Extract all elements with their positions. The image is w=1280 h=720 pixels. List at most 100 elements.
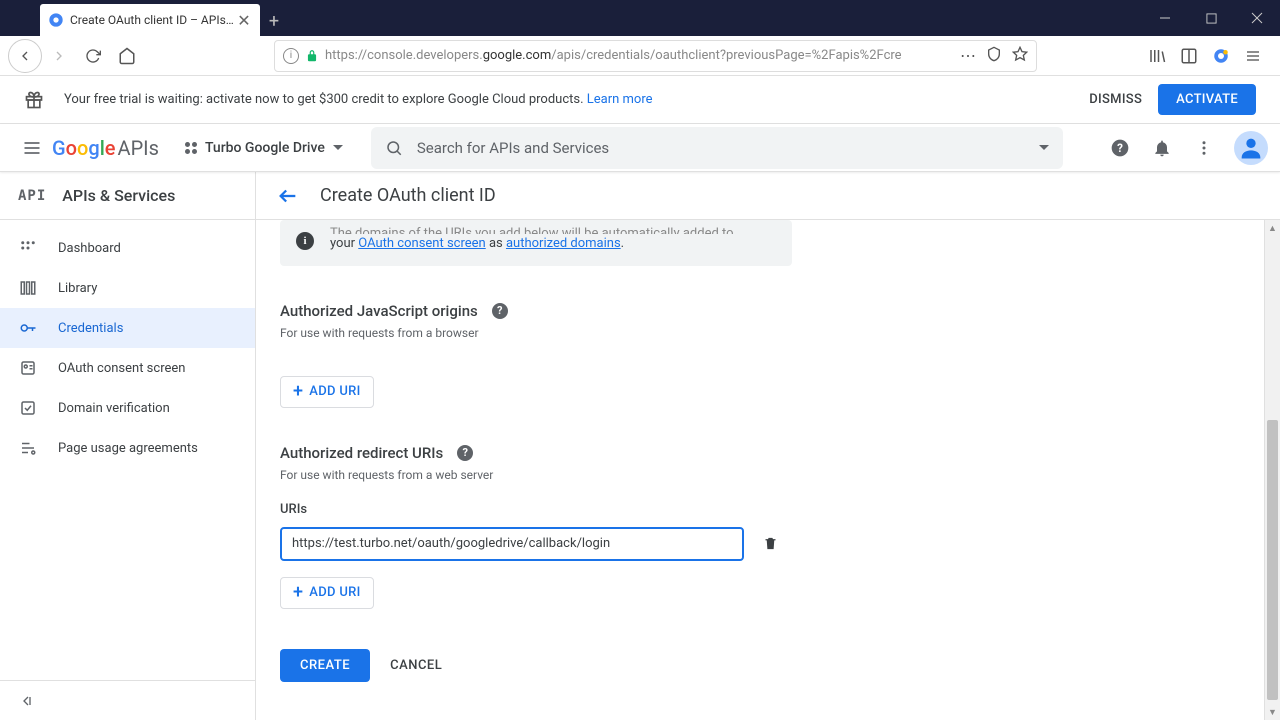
- google-apis-logo[interactable]: Google APIs: [52, 136, 159, 160]
- notifications-icon[interactable]: [1150, 136, 1174, 160]
- content-area: i The domains of the URIs you add below …: [256, 220, 1280, 720]
- scroll-up-icon[interactable]: ▲: [1265, 220, 1280, 236]
- sidebar-item-library[interactable]: Library: [0, 268, 255, 308]
- section-title: Authorized JavaScript origins: [280, 302, 478, 320]
- dismiss-button[interactable]: DISMISS: [1089, 92, 1142, 107]
- info-box: i The domains of the URIs you add below …: [280, 220, 792, 266]
- sidebar-item-credentials[interactable]: Credentials: [0, 308, 255, 348]
- sidebar-item-dashboard[interactable]: Dashboard: [0, 228, 255, 268]
- page-actions-icon[interactable]: ⋯: [960, 46, 976, 65]
- dashboard-icon: [18, 238, 38, 258]
- nav-menu-button[interactable]: [12, 128, 52, 168]
- sidebar-item-label: Dashboard: [58, 241, 121, 256]
- bookmark-icon[interactable]: [1012, 46, 1028, 66]
- page-title: Create OAuth client ID: [320, 185, 496, 206]
- sidebar: API APIs & Services Dashboard Library Cr…: [0, 172, 256, 720]
- reader-mode-icon[interactable]: [986, 46, 1002, 66]
- key-icon: [18, 318, 38, 338]
- console-header: Google APIs Turbo Google Drive ?: [0, 124, 1280, 172]
- reload-button[interactable]: [76, 39, 110, 73]
- svg-text:?: ?: [1117, 141, 1123, 155]
- help-icon[interactable]: ?: [492, 303, 508, 319]
- tab-title: Create OAuth client ID – APIs & …: [70, 13, 236, 27]
- library-icon: [18, 278, 38, 298]
- trial-banner: Your free trial is waiting: activate now…: [0, 76, 1280, 124]
- page-header: Create OAuth client ID: [256, 172, 1280, 220]
- consent-icon: [18, 358, 38, 378]
- add-uri-button[interactable]: +ADD URI: [280, 577, 374, 609]
- section-title: Authorized redirect URIs: [280, 444, 443, 462]
- form-actions: CREATE CANCEL: [280, 649, 1256, 682]
- sidebar-toggle-icon[interactable]: [1180, 47, 1198, 65]
- sidebar-item-domain-verification[interactable]: Domain verification: [0, 388, 255, 428]
- sidebar-item-label: Library: [58, 281, 97, 296]
- redirect-uris-section: Authorized redirect URIs ? For use with …: [280, 444, 792, 609]
- info-text: The domains of the URIs you add below wi…: [330, 232, 734, 254]
- library-icon[interactable]: [1148, 47, 1166, 65]
- section-desc: For use with requests from a web server: [280, 468, 792, 482]
- help-icon[interactable]: ?: [457, 445, 473, 461]
- browser-titlebar: Create OAuth client ID – APIs & … ✕ +: [0, 0, 1280, 36]
- activate-button[interactable]: ACTIVATE: [1158, 84, 1256, 115]
- address-bar[interactable]: i https://console.developers.google.com/…: [274, 40, 1037, 72]
- sidebar-item-label: Domain verification: [58, 401, 170, 416]
- browser-tab[interactable]: Create OAuth client ID – APIs & … ✕: [40, 4, 260, 36]
- home-button[interactable]: [110, 39, 144, 73]
- plus-icon: +: [293, 584, 303, 602]
- authorized-domains-link[interactable]: authorized domains: [506, 236, 621, 251]
- favicon-icon: [48, 12, 64, 28]
- learn-more-link[interactable]: Learn more: [587, 92, 653, 107]
- scroll-down-icon[interactable]: ▼: [1265, 704, 1280, 720]
- search-bar[interactable]: [371, 127, 1063, 169]
- sidebar-item-oauth-consent[interactable]: OAuth consent screen: [0, 348, 255, 388]
- cancel-button[interactable]: CANCEL: [390, 658, 442, 673]
- extension-icon[interactable]: [1212, 47, 1230, 65]
- search-icon: [385, 139, 403, 157]
- search-input[interactable]: [417, 139, 1031, 157]
- scrollbar[interactable]: ▲ ▼: [1264, 220, 1280, 720]
- back-button[interactable]: [8, 39, 42, 73]
- create-button[interactable]: CREATE: [280, 649, 370, 682]
- plus-icon: +: [293, 383, 303, 401]
- sidebar-item-label: Page usage agreements: [58, 441, 198, 456]
- minimize-button[interactable]: [1142, 0, 1188, 36]
- sidebar-header[interactable]: API APIs & Services: [0, 172, 255, 220]
- uri-input[interactable]: [280, 527, 744, 561]
- trial-text: Your free trial is waiting: activate now…: [64, 92, 653, 107]
- sidebar-item-label: Credentials: [58, 321, 123, 336]
- add-uri-button[interactable]: +ADD URI: [280, 376, 374, 408]
- oauth-consent-link[interactable]: OAuth consent screen: [358, 236, 485, 251]
- project-selector[interactable]: Turbo Google Drive: [177, 134, 351, 162]
- more-icon[interactable]: [1192, 136, 1216, 160]
- js-origins-section: Authorized JavaScript origins ? For use …: [280, 302, 792, 408]
- browser-toolbar: i https://console.developers.google.com/…: [0, 36, 1280, 76]
- sidebar-title: APIs & Services: [62, 186, 175, 205]
- api-badge-icon: API: [18, 188, 46, 204]
- gift-icon: [24, 90, 44, 110]
- forward-button[interactable]: [42, 39, 76, 73]
- verify-icon: [18, 398, 38, 418]
- close-tab-icon[interactable]: ✕: [236, 12, 252, 28]
- search-dropdown-icon[interactable]: [1039, 145, 1049, 150]
- sidebar-item-label: OAuth consent screen: [58, 361, 185, 376]
- sidebar-item-page-usage[interactable]: Page usage agreements: [0, 428, 255, 468]
- help-icon[interactable]: ?: [1108, 136, 1132, 160]
- site-info-icon[interactable]: i: [283, 48, 299, 64]
- section-desc: For use with requests from a browser: [280, 326, 792, 340]
- account-avatar[interactable]: [1234, 131, 1268, 165]
- chevron-left-icon: [18, 693, 34, 709]
- back-arrow-button[interactable]: [276, 184, 300, 208]
- project-name: Turbo Google Drive: [205, 140, 325, 156]
- browser-menu-icon[interactable]: [1244, 47, 1262, 65]
- url-text: https://console.developers.google.com/ap…: [325, 48, 960, 63]
- new-tab-button[interactable]: +: [260, 6, 288, 36]
- maximize-button[interactable]: [1188, 0, 1234, 36]
- lock-icon: [305, 49, 319, 63]
- close-window-button[interactable]: [1234, 0, 1280, 36]
- project-icon: [185, 142, 197, 154]
- delete-uri-button[interactable]: [760, 534, 780, 554]
- scrollbar-thumb[interactable]: [1267, 420, 1278, 700]
- chevron-down-icon: [333, 145, 343, 150]
- sidebar-collapse-button[interactable]: [0, 680, 255, 720]
- info-icon: i: [296, 232, 314, 250]
